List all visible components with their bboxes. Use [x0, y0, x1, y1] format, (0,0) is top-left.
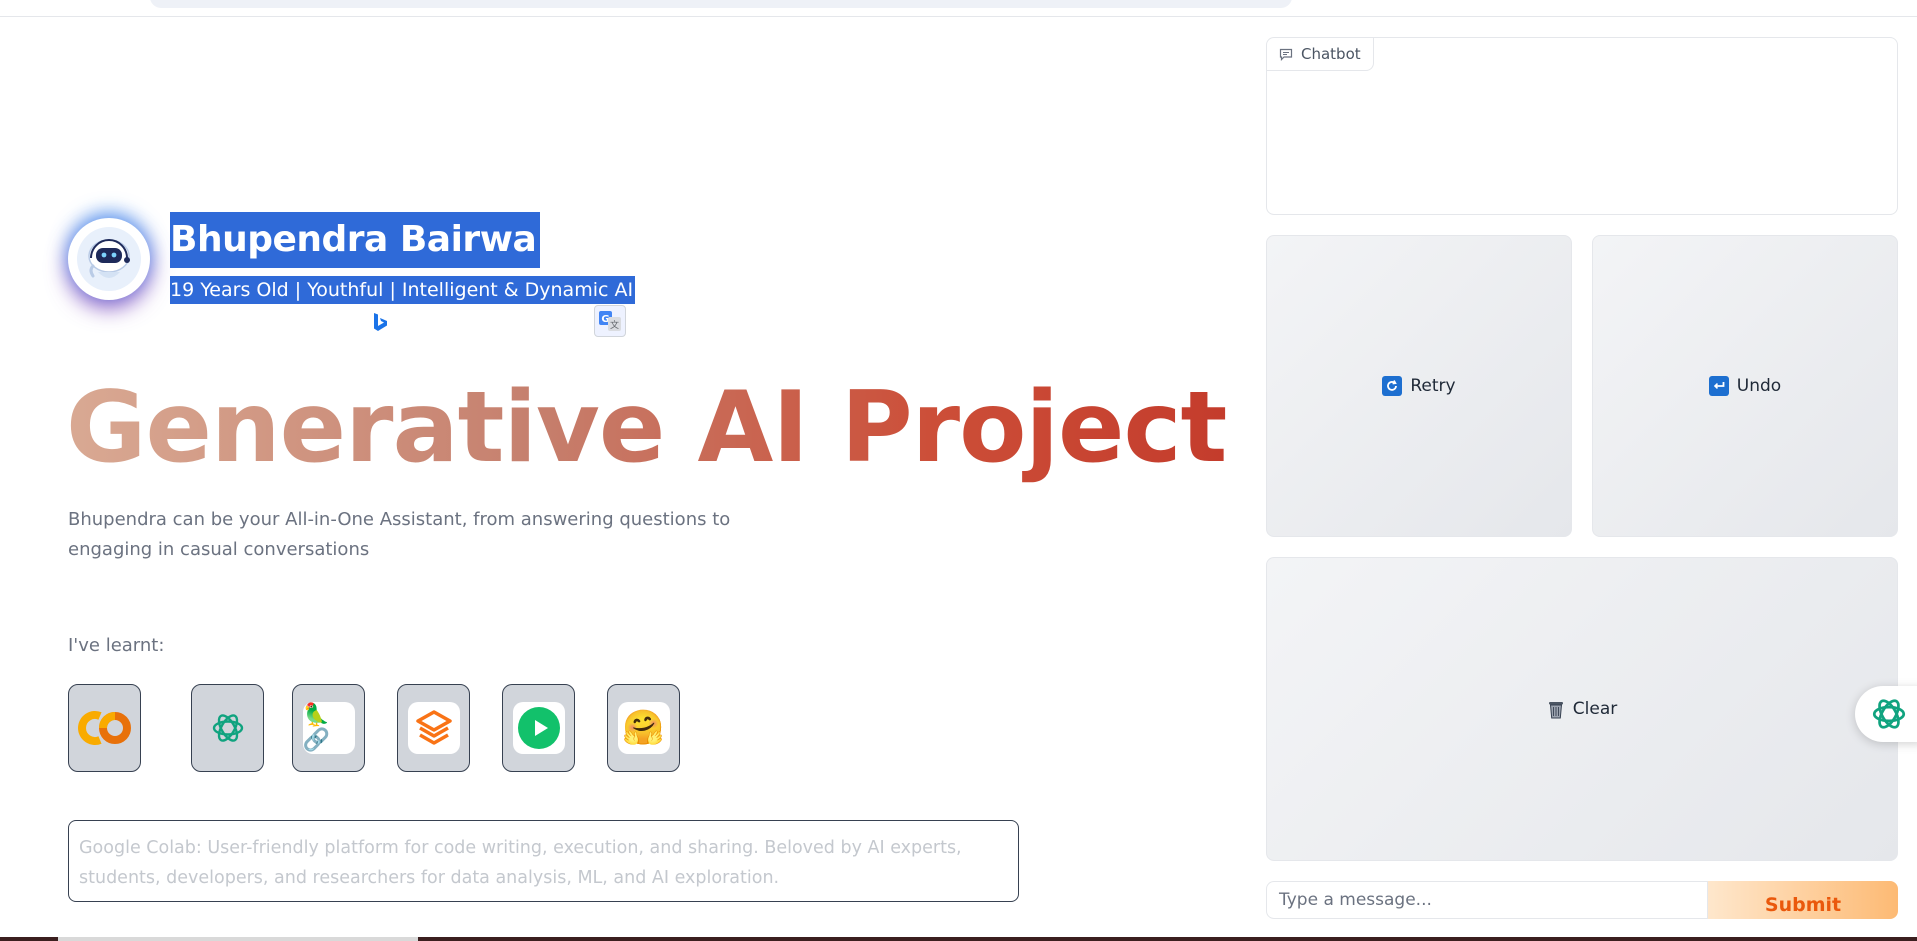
langchain-tile: 🦜🔗 [302, 702, 355, 754]
retry-icon [1382, 376, 1403, 396]
google-translate-icon[interactable]: G 文 [594, 305, 626, 337]
top-strip [0, 0, 1917, 17]
bing-logo-icon [374, 313, 387, 331]
play-circle-icon [517, 707, 560, 749]
top-search-bar[interactable] [150, 0, 1292, 8]
undo-button[interactable]: Undo [1592, 235, 1898, 537]
langchain-parrot-icon: 🦜🔗 [302, 703, 330, 753]
openai-icon [212, 714, 243, 742]
trash-icon [1548, 702, 1563, 719]
profile-name: Bhupendra Bairwa [170, 212, 541, 268]
bing-icon[interactable] [360, 306, 402, 338]
bottom-taskbar-segment [58, 937, 418, 941]
bottom-taskbar-strip [0, 937, 1917, 941]
profile-tagline: 19 Years Old | Youthful | Intelligent & … [170, 276, 636, 304]
hero-title: Generative AI Project [66, 368, 1227, 488]
tool-openai[interactable] [191, 684, 264, 772]
clear-label: Clear [1572, 699, 1618, 719]
robot-icon [77, 227, 141, 291]
tool-langchain[interactable]: 🦜🔗 [292, 684, 365, 772]
stack-layers-icon [415, 710, 452, 745]
message-input[interactable]: Type a message... [1266, 881, 1708, 919]
clear-button[interactable]: Clear [1266, 557, 1898, 861]
chat-bubble-icon [1279, 48, 1293, 61]
chatbot-label-text: Chatbot [1301, 45, 1361, 63]
undo-icon [1708, 376, 1729, 396]
submit-button[interactable]: Submit [1708, 881, 1898, 919]
hugging-face-tile: 🤗 [617, 702, 670, 754]
hero-description: Bhupendra can be your All-in-One Assista… [68, 509, 731, 560]
undo-label: Undo [1736, 376, 1782, 396]
translate-glyph-icon: G 文 [599, 311, 621, 331]
message-input-placeholder: Type a message... [1279, 890, 1432, 910]
learnt-label: I've learnt: [68, 635, 165, 656]
submit-label: Submit [1764, 894, 1842, 916]
chatbot-panel: Chatbot [1266, 37, 1898, 215]
stack-tile [407, 702, 460, 754]
openai-icon [1872, 699, 1906, 729]
tool-stack-layers[interactable] [397, 684, 470, 772]
tool-description-box[interactable]: Google Colab: User-friendly platform for… [68, 820, 1019, 902]
avatar [68, 218, 150, 300]
tool-play[interactable] [502, 684, 575, 772]
tool-google-colab[interactable] [68, 684, 141, 772]
floating-assistant-button[interactable] [1855, 686, 1917, 742]
tool-hugging-face[interactable]: 🤗 [607, 684, 680, 772]
svg-text:文: 文 [610, 319, 619, 331]
retry-label: Retry [1410, 376, 1456, 396]
hugging-face-icon: 🤗 [622, 708, 665, 748]
retry-button[interactable]: Retry [1266, 235, 1572, 537]
play-tile [512, 702, 565, 754]
chatbot-label: Chatbot [1267, 38, 1374, 71]
google-colab-icon [77, 711, 131, 745]
